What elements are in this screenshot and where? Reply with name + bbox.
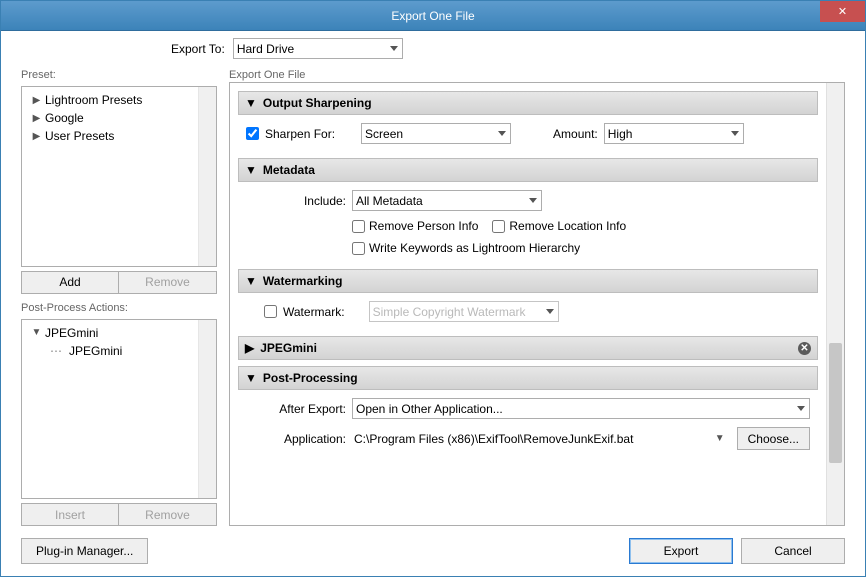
section-header[interactable]: ▼ Output Sharpening — [238, 91, 818, 115]
watermark-select[interactable]: Simple Copyright Watermark — [369, 301, 559, 322]
remove-location-checkbox[interactable] — [492, 220, 505, 233]
include-label: Include: — [246, 194, 346, 208]
remove-preset-button[interactable]: Remove — [119, 271, 217, 294]
include-select[interactable]: All Metadata — [352, 190, 542, 211]
dialog-footer: Plug-in Manager... Export Cancel — [21, 538, 845, 564]
scrollbar-thumb[interactable] — [829, 343, 842, 463]
right-column: Export One File ▼ Output Sharpening — [229, 69, 845, 526]
after-export-label: After Export: — [246, 402, 346, 416]
remove-person-checkbox[interactable] — [352, 220, 365, 233]
export-dialog: Export One File ✕ Export To: Hard Drive … — [0, 0, 866, 577]
dialog-content: Export To: Hard Drive Preset: ▶ Lightroo… — [1, 31, 865, 576]
amount-select[interactable]: High — [604, 123, 744, 144]
section-title: Watermarking — [263, 274, 343, 288]
chevron-right-icon: ▶ — [245, 341, 254, 355]
pp-item[interactable]: ⋯ JPEGmini ✓ — [24, 342, 214, 360]
section-header[interactable]: ▼ Metadata — [238, 158, 818, 182]
application-path: C:\Program Files (x86)\ExifTool\RemoveJu… — [352, 432, 703, 446]
pp-item-label: JPEGmini — [69, 344, 122, 358]
close-button[interactable]: ✕ — [820, 1, 865, 22]
preset-group-label: Lightroom Presets — [45, 93, 142, 107]
chevron-right-icon[interactable]: ▶ — [32, 114, 41, 123]
preset-group[interactable]: ▶ User Presets — [24, 127, 214, 145]
preset-group-label: User Presets — [45, 129, 114, 143]
remove-location-label: Remove Location Info — [509, 219, 626, 233]
preset-label: Preset: — [21, 69, 217, 81]
pp-buttons: Insert Remove — [21, 503, 217, 526]
write-keywords-label: Write Keywords as Lightroom Hierarchy — [369, 241, 580, 255]
section-metadata: ▼ Metadata Include: All Metadata — [238, 158, 818, 263]
remove-pp-button[interactable]: Remove — [119, 503, 217, 526]
preset-group[interactable]: ▶ Lightroom Presets — [24, 91, 214, 109]
insert-pp-button[interactable]: Insert — [21, 503, 119, 526]
preset-listbox[interactable]: ▶ Lightroom Presets ▶ Google ▶ User Pres… — [21, 86, 217, 267]
add-preset-button[interactable]: Add — [21, 271, 119, 294]
chevron-right-icon[interactable]: ▶ — [32, 96, 41, 105]
close-icon: ✕ — [838, 5, 847, 18]
write-keywords-checkbox[interactable] — [352, 242, 365, 255]
section-header[interactable]: ▼ Post-Processing — [238, 366, 818, 390]
section-output-sharpening: ▼ Output Sharpening Sharpen For: Screen — [238, 91, 818, 152]
sharpen-for-label: Sharpen For: — [265, 127, 335, 141]
settings-scrollbar[interactable] — [826, 83, 844, 525]
post-process-listbox[interactable]: ▼ JPEGmini ⋯ JPEGmini ✓ — [21, 319, 217, 500]
export-to-select[interactable]: Hard Drive — [233, 38, 403, 59]
bullet-icon: ⋯ — [50, 344, 61, 358]
export-to-label: Export To: — [171, 42, 225, 56]
watermark-checkbox[interactable] — [264, 305, 277, 318]
cancel-button[interactable]: Cancel — [741, 538, 845, 564]
chevron-down-icon: ▼ — [245, 371, 257, 385]
section-post-processing: ▼ Post-Processing After Export: Open in … — [238, 366, 818, 458]
preset-group-label: Google — [45, 111, 84, 125]
application-label: Application: — [246, 432, 346, 446]
chevron-down-icon: ▼ — [245, 163, 257, 177]
scrollbar[interactable] — [198, 87, 216, 266]
after-export-select[interactable]: Open in Other Application... — [352, 398, 810, 419]
titlebar[interactable]: Export One File ✕ — [1, 1, 865, 31]
section-jpegmini: ▶ JPEGmini ✕ — [238, 336, 818, 360]
plugin-manager-button[interactable]: Plug-in Manager... — [21, 538, 148, 564]
pp-group[interactable]: ▼ JPEGmini — [24, 324, 214, 342]
chevron-right-icon[interactable]: ▶ — [32, 132, 41, 141]
scrollbar[interactable] — [198, 320, 216, 499]
section-title: Output Sharpening — [263, 96, 372, 110]
remove-section-icon[interactable]: ✕ — [798, 342, 811, 355]
chevron-down-icon[interactable]: ▼ — [32, 328, 41, 337]
left-column: Preset: ▶ Lightroom Presets ▶ Google ▶ — [21, 69, 217, 526]
choose-application-button[interactable]: Choose... — [737, 427, 810, 450]
preset-buttons: Add Remove — [21, 271, 217, 294]
export-to-row: Export To: Hard Drive — [21, 38, 845, 59]
settings-heading: Export One File — [229, 69, 845, 81]
section-title: Post-Processing — [263, 371, 358, 385]
settings-panel: ▼ Output Sharpening Sharpen For: Screen — [229, 82, 845, 526]
sharpen-for-select[interactable]: Screen — [361, 123, 511, 144]
dropdown-arrow-icon[interactable]: ▼ — [709, 433, 731, 444]
chevron-down-icon: ▼ — [245, 274, 257, 288]
post-process-label: Post-Process Actions: — [21, 302, 217, 314]
columns: Preset: ▶ Lightroom Presets ▶ Google ▶ — [21, 69, 845, 526]
section-title: Metadata — [263, 163, 315, 177]
watermark-label: Watermark: — [283, 305, 345, 319]
remove-person-label: Remove Person Info — [369, 219, 478, 233]
chevron-down-icon: ▼ — [245, 96, 257, 110]
pp-group-label: JPEGmini — [45, 326, 98, 340]
section-title: JPEGmini — [260, 341, 317, 355]
settings-scroll[interactable]: ▼ Output Sharpening Sharpen For: Screen — [230, 83, 826, 525]
section-header[interactable]: ▼ Watermarking — [238, 269, 818, 293]
section-watermarking: ▼ Watermarking Watermark: — [238, 269, 818, 330]
preset-group[interactable]: ▶ Google — [24, 109, 214, 127]
export-button[interactable]: Export — [629, 538, 733, 564]
sharpen-for-checkbox[interactable] — [246, 127, 259, 140]
section-header[interactable]: ▶ JPEGmini ✕ — [238, 336, 818, 360]
window-title: Export One File — [1, 9, 865, 23]
amount-label: Amount: — [553, 127, 598, 141]
